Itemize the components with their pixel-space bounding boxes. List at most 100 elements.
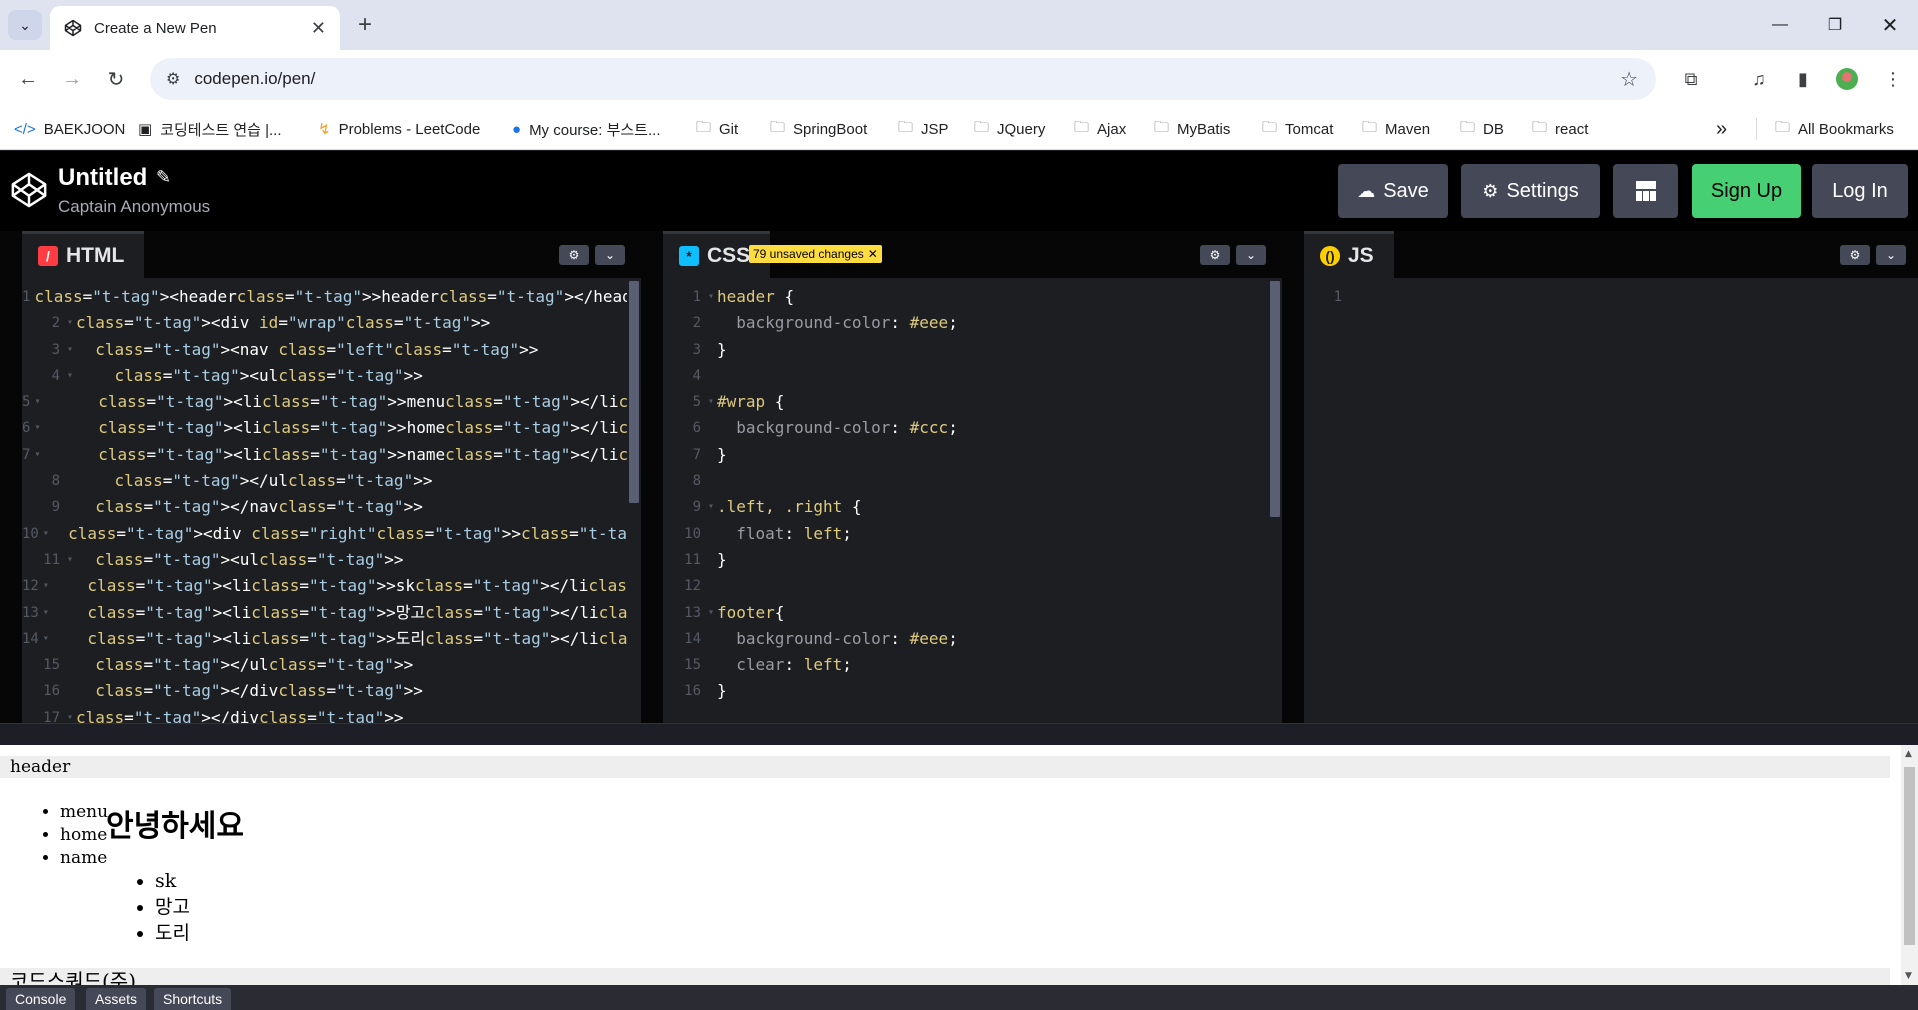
code-line[interactable]: 8 class="t-tag"></ulclass="t-tag">> [22,468,627,494]
code-line[interactable]: 15 clear: left; [663,652,1268,678]
shortcuts-button[interactable]: Shortcuts [154,988,232,1010]
editor-resizer[interactable] [1282,231,1304,723]
bookmark-folder[interactable]: 🗀 DB [1460,118,1504,140]
code-line[interactable]: 17 ▾ class="t-tag"></divclass="t-tag">> [22,705,627,723]
code-line[interactable]: 11} [663,547,1268,573]
browser-tab-active[interactable]: Create a New Pen ✕ [50,6,340,50]
code-line[interactable]: 7 ▾ class="t-tag"><liclass="t-tag">>namec… [22,442,627,468]
code-line[interactable]: 14 ▾ class="t-tag"><liclass="t-tag">>도리cl… [22,626,627,652]
more-bookmarks-button[interactable]: » [1716,118,1727,140]
html-editor-scrollbar[interactable] [629,281,639,503]
forward-button[interactable]: → [56,63,88,95]
console-button[interactable]: Console [6,988,76,1010]
fold-marker-icon[interactable]: ▾ [705,494,717,520]
side-panel-icon[interactable]: ▮ [1788,64,1818,94]
unsaved-changes-badge[interactable]: 79 unsaved changes ✕ [749,245,882,263]
bookmark-folder[interactable]: 🗀 Ajax [1074,118,1126,140]
bookmark-folder[interactable]: 🗀 SpringBoot [770,118,867,140]
bookmark-folder[interactable]: 🗀 MyBatis [1154,118,1230,140]
code-line[interactable]: 3} [663,337,1268,363]
preview-scrollbar[interactable]: ▲ ▼ [1901,745,1918,985]
signup-button[interactable]: Sign Up [1692,164,1801,218]
bookmark-folder[interactable]: 🗀 JSP [898,118,949,140]
scroll-up-icon[interactable]: ▲ [1905,749,1912,759]
site-info-icon[interactable]: ⚙ [166,69,180,89]
reload-button[interactable]: ↻ [100,63,132,95]
fold-marker-icon[interactable]: ▾ [64,547,76,573]
back-button[interactable]: ← [12,63,44,95]
html-settings-icon[interactable]: ⚙ [559,245,589,265]
codepen-logo-icon[interactable] [10,171,48,209]
code-line[interactable]: 1 class="t-tag"><headerclass="t-tag">>hea… [22,284,627,310]
bookmark-folder[interactable]: 🗀 JQuery [974,118,1045,140]
fold-marker-icon[interactable]: ▾ [705,284,717,310]
code-line[interactable]: 13 ▾ class="t-tag"><liclass="t-tag">>망고cl… [22,600,627,626]
code-line[interactable]: 12 ▾ class="t-tag"><liclass="t-tag">>skcl… [22,573,627,599]
bookmark-item[interactable]: </> BAEKJOON [14,118,125,140]
code-line[interactable]: 11 ▾ class="t-tag"><ulclass="t-tag">> [22,547,627,573]
js-collapse-icon[interactable]: ⌄ [1876,245,1906,265]
fold-marker-icon[interactable]: ▾ [64,705,76,723]
assets-button[interactable]: Assets [86,988,147,1010]
code-line[interactable]: 16 class="t-tag"></divclass="t-tag">> [22,678,627,704]
code-line[interactable]: 4 [663,363,1268,389]
code-line[interactable]: 13 ▾ footer{ [663,600,1268,626]
css-settings-icon[interactable]: ⚙ [1200,245,1230,265]
all-bookmarks-button[interactable]: 🗀 All Bookmarks [1756,118,1894,140]
change-view-button[interactable] [1613,164,1678,218]
code-line[interactable]: 7} [663,442,1268,468]
tab-close-icon[interactable]: ✕ [311,18,326,39]
fold-marker-icon[interactable]: ▾ [64,337,76,363]
code-line[interactable]: 2 ▾ class="t-tag"><div id="wrap"class="t-t… [22,310,627,336]
extensions-icon[interactable]: ⧉ [1676,64,1706,94]
code-line[interactable]: 1 ▾ header { [663,284,1268,310]
minimize-button[interactable]: — [1760,8,1800,42]
fold-marker-icon[interactable]: ▾ [64,310,76,336]
bookmark-folder[interactable]: 🗀 Maven [1362,118,1430,140]
browser-menu-icon[interactable]: ⋮ [1878,64,1908,94]
js-settings-icon[interactable]: ⚙ [1840,245,1870,265]
tab-search-button[interactable]: ⌄ [8,10,42,40]
code-line[interactable]: 9 ▾ .left, .right { [663,494,1268,520]
media-control-icon[interactable]: ♫ [1744,64,1774,94]
code-line[interactable]: 3 ▾ class="t-tag"><nav class="left"class=… [22,337,627,363]
settings-button[interactable]: ⚙ Settings [1461,164,1600,218]
code-line[interactable]: 6 background-color: #ccc; [663,415,1268,441]
css-collapse-icon[interactable]: ⌄ [1236,245,1266,265]
address-bar[interactable]: ⚙ codepen.io/pen/ ☆ [150,58,1656,100]
save-button[interactable]: ☁ Save [1338,164,1448,218]
code-line[interactable]: 5 ▾ class="t-tag"><liclass="t-tag">>menuc… [22,389,627,415]
new-tab-button[interactable]: + [350,10,380,40]
code-line[interactable]: 12 [663,573,1268,599]
js-code-area[interactable]: 1 [1304,278,1904,723]
scrollbar-thumb[interactable] [1904,767,1915,945]
code-line[interactable]: 10 float: left; [663,521,1268,547]
code-line[interactable]: 5 ▾ #wrap { [663,389,1268,415]
code-line[interactable]: 10 ▾ class="t-tag"><div class="right"clas… [22,521,627,547]
editor-resizer[interactable] [641,231,663,723]
pen-title[interactable]: Untitled [58,164,147,192]
code-line[interactable]: 9 class="t-tag"></navclass="t-tag">> [22,494,627,520]
css-editor-scrollbar[interactable] [1270,281,1280,517]
code-line[interactable]: 2 background-color: #eee; [663,310,1268,336]
css-code-area[interactable]: 1 ▾ header {2 background-color: #eee; 3} 4 5 ▾… [663,278,1268,723]
scroll-down-icon[interactable]: ▼ [1905,971,1912,981]
js-editor-tab[interactable]: () JS [1304,231,1394,278]
fold-marker-icon[interactable]: ▾ [705,600,717,626]
login-button[interactable]: Log In [1812,164,1908,218]
code-line[interactable]: 1 [1304,284,1904,310]
code-line[interactable]: 16} [663,678,1268,704]
profile-avatar[interactable] [1832,64,1862,94]
bookmark-item[interactable]: ↯ Problems - LeetCode [318,118,480,140]
code-line[interactable]: 15 class="t-tag"></ulclass="t-tag">> [22,652,627,678]
fold-marker-icon[interactable]: ▾ [64,363,76,389]
html-collapse-icon[interactable]: ⌄ [595,245,625,265]
close-icon[interactable]: ✕ [868,247,878,261]
bookmark-folder[interactable]: 🗀 Tomcat [1262,118,1333,140]
bookmark-folder[interactable]: 🗀 react [1532,118,1588,140]
fold-marker-icon[interactable]: ▾ [705,389,717,415]
code-line[interactable]: 4 ▾ class="t-tag"><ulclass="t-tag">> [22,363,627,389]
code-line[interactable]: 8 [663,468,1268,494]
bookmark-folder[interactable]: 🗀 Git [696,118,738,140]
code-line[interactable]: 6 ▾ class="t-tag"><liclass="t-tag">>homec… [22,415,627,441]
